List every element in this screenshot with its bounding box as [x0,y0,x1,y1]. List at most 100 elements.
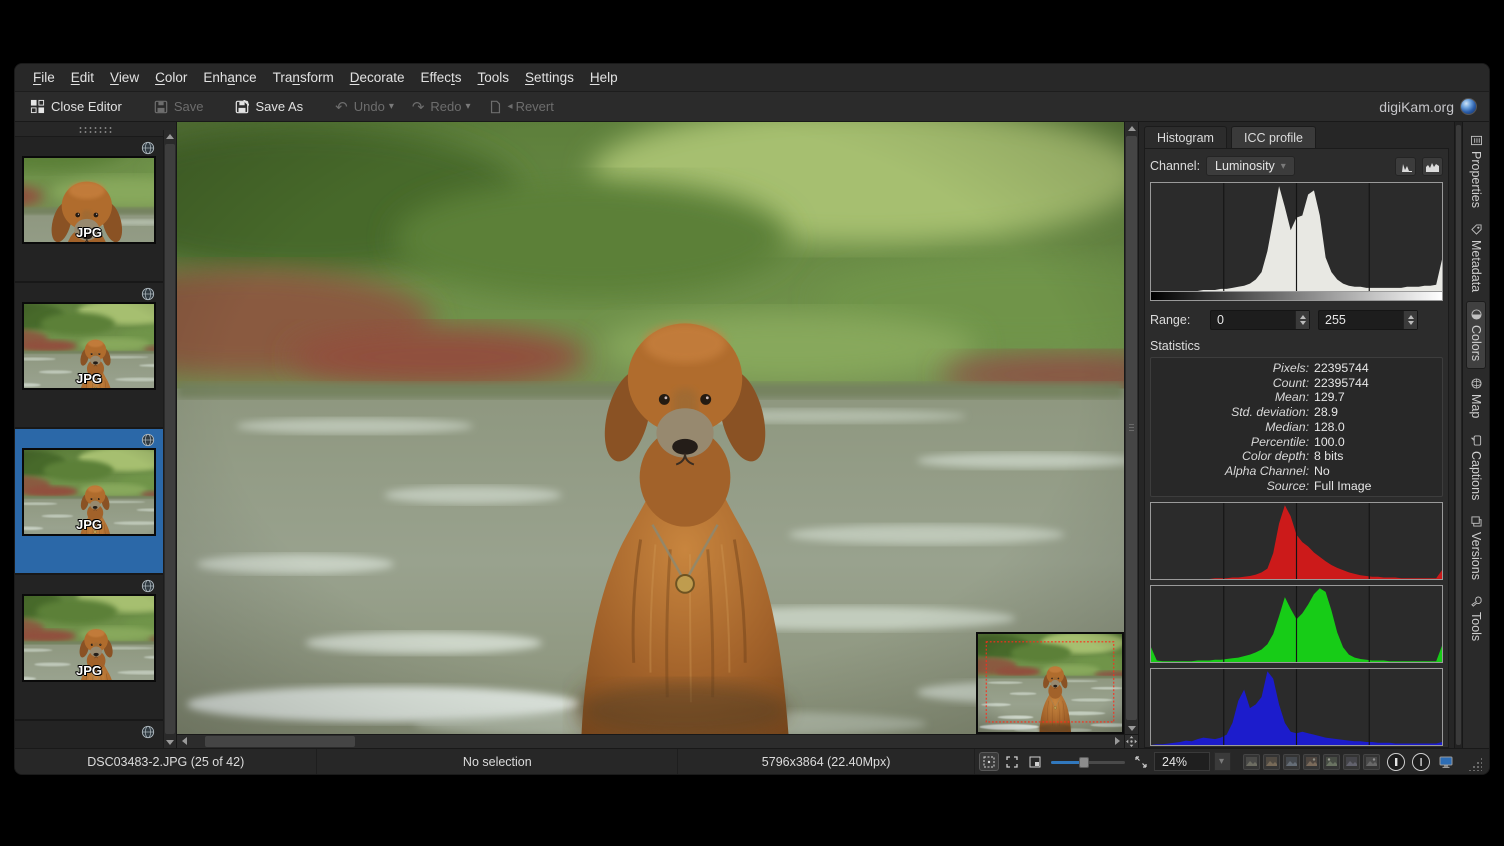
monitor-icon [1439,756,1453,768]
brand-area: digiKam.org [1379,98,1481,115]
canvas-vertical-scrollbar[interactable] [1124,122,1138,734]
thumbnail-item-4[interactable]: JPG [15,575,163,721]
save-as-button[interactable]: Save As [228,96,310,117]
channel-select[interactable]: Luminosity▾ [1206,156,1295,176]
red-channel-histogram [1150,502,1443,580]
revert-label: Revert [516,99,554,114]
green-channel-histogram [1150,585,1443,663]
thumbnail-item-3-selected[interactable]: JPG [15,429,163,575]
side-tab-metadata[interactable]: Metadata [1467,217,1485,299]
menu-item-transform[interactable]: Transform [265,66,342,89]
redo-dropdown-icon[interactable]: ▾ [466,101,471,112]
over-exposure-indicator-button[interactable] [1412,753,1430,771]
fit-window-icon [1006,756,1018,768]
side-tab-captions[interactable]: Captions [1467,428,1485,507]
status-filename: DSC03483-2.JPG (25 of 42) [15,749,317,774]
geolocation-icon [141,433,155,447]
map-icon [1471,378,1482,389]
thumbnail-scrollbar[interactable] [163,130,176,748]
thumbnail-item-1[interactable]: JPG [15,137,163,283]
zoom-fit-icon [1135,756,1147,768]
editor-canvas [177,122,1138,748]
menu-item-file[interactable]: File [25,66,63,89]
zoom-slider-handle[interactable] [1079,757,1089,768]
status-selection: No selection [317,749,678,774]
menu-item-edit[interactable]: Edit [63,66,102,89]
menu-item-view[interactable]: View [102,66,147,89]
luminosity-histogram[interactable] [1150,182,1443,292]
scroll-right-icon[interactable] [1110,735,1124,747]
canvas-horizontal-scrollbar[interactable] [177,734,1124,748]
save-as-icon [235,100,249,114]
scroll-up-icon[interactable] [1125,122,1138,134]
thumbnail-item-5-partial[interactable] [15,721,163,748]
scroll-up-icon[interactable] [164,130,176,142]
thumbnail-item-2[interactable]: JPG [15,283,163,429]
menu-item-effects[interactable]: Effects [412,66,469,89]
theme-preview-button-2[interactable] [1263,754,1280,770]
resize-grip[interactable] [1468,757,1482,771]
undo-icon: ↶ [335,98,348,116]
close-editor-button[interactable]: Close Editor [23,96,129,117]
theme-preview-button-1[interactable] [1243,754,1260,770]
pan-overview[interactable] [976,632,1124,734]
panel-scrollbar[interactable] [1454,122,1462,748]
theme-preview-button-7[interactable] [1363,754,1380,770]
range-min-spinbox[interactable]: 0 [1210,310,1310,330]
side-tab-tools[interactable]: Tools [1467,589,1485,648]
scroll-down-icon[interactable] [164,736,176,748]
fit-to-window-button[interactable] [1002,752,1022,771]
close-editor-label: Close Editor [51,99,122,114]
theme-preview-button-3[interactable] [1283,754,1300,770]
side-tab-versions[interactable]: Versions [1467,509,1485,587]
side-tab-map[interactable]: Map [1467,371,1485,425]
scroll-down-icon[interactable] [1125,722,1138,734]
geolocation-icon [141,287,155,301]
menu-bar: FileEditViewColorEnhanceTransformDecorat… [15,64,1489,92]
tab-histogram[interactable]: Histogram [1144,126,1227,148]
zoom-level-combo[interactable]: 24% [1154,752,1210,771]
theme-preview-button-5[interactable] [1323,754,1340,770]
save-icon [154,100,168,114]
log-scale-button[interactable] [1422,157,1443,176]
zoom-slider[interactable] [1051,755,1125,769]
save-button[interactable]: Save [147,96,211,117]
linear-scale-button[interactable] [1395,157,1416,176]
format-badge: JPG [76,517,102,532]
side-tab-properties[interactable]: Properties [1467,128,1485,215]
menu-item-color[interactable]: Color [147,66,195,89]
blue-channel-histogram [1150,668,1443,746]
menu-item-settings[interactable]: Settings [517,66,582,89]
chevron-down-icon: ▾ [1219,756,1224,767]
zoom-fit-button[interactable] [1131,752,1151,771]
theme-preview-button-4[interactable] [1303,754,1320,770]
right-sidebar-tabs: Properties Metadata Colors Map Captions … [1462,122,1489,748]
theme-preview-button-6[interactable] [1343,754,1360,770]
menu-item-enhance[interactable]: Enhance [195,66,264,89]
pan-tool-button[interactable] [1124,734,1138,748]
range-max-spinbox[interactable]: 255 [1318,310,1418,330]
menu-item-help[interactable]: Help [582,66,626,89]
metadata-icon [1471,224,1482,235]
thumbbar-drag-handle[interactable] [78,126,114,133]
color-managed-view-button[interactable] [1436,752,1456,771]
scroll-left-icon[interactable] [177,735,191,747]
under-exposure-icon [1391,757,1401,767]
select-region-button[interactable] [979,752,999,771]
colors-icon [1471,309,1482,320]
menu-item-tools[interactable]: Tools [470,66,518,89]
undo-dropdown-icon[interactable]: ▾ [389,101,394,112]
thumbnail-sidebar: JPG JPG JPG [15,122,177,748]
undo-button[interactable]: ↶ Undo ▾ [328,95,401,119]
redo-button[interactable]: ↷ Redo ▾ [405,95,478,119]
over-exposure-icon [1416,757,1426,767]
under-exposure-indicator-button[interactable] [1387,753,1405,771]
side-tab-colors[interactable]: Colors [1466,301,1486,369]
tab-icc-profile[interactable]: ICC profile [1231,126,1316,148]
save-label: Save [174,99,204,114]
zoom-dropdown-button[interactable]: ▾ [1214,752,1231,771]
fit-to-selection-button[interactable] [1025,752,1045,771]
menu-item-decorate[interactable]: Decorate [342,66,413,89]
revert-button[interactable]: ◂ Revert [482,96,561,117]
log-histogram-icon [1426,161,1439,172]
